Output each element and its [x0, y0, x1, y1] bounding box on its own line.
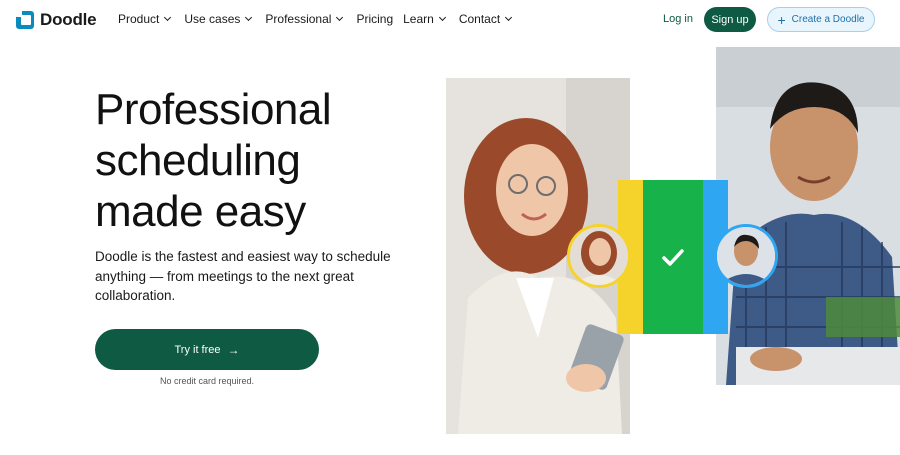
nav-item-product[interactable]: Product — [118, 12, 172, 26]
nav-item-label: Contact — [458, 12, 501, 26]
hero-title-line: scheduling — [95, 136, 301, 185]
nav-item-contact[interactable]: Contact — [458, 12, 513, 26]
man-photo — [716, 47, 900, 385]
chevron-down-icon — [245, 13, 253, 22]
man-avatar — [714, 224, 778, 288]
brand-name: Doodle — [40, 10, 97, 29]
check-icon — [662, 249, 684, 266]
chevron-down-icon — [164, 13, 172, 22]
woman-avatar — [567, 224, 631, 288]
arrow-right-icon: → — [227, 342, 240, 357]
nav-item-learn[interactable]: Learn — [403, 12, 446, 26]
no-credit-card-note: No credit card required. — [159, 376, 255, 386]
create-doodle-button[interactable]: + Create a Doodle — [767, 7, 875, 32]
try-it-free-label: Try it free — [174, 343, 221, 356]
signup-button[interactable]: Sign up — [704, 7, 756, 32]
chevron-down-icon — [336, 13, 344, 22]
nav-item-label: Use cases — [184, 12, 241, 26]
nav-item-professional[interactable]: Professional — [265, 12, 344, 26]
main-menu: Product Use cases Professional Pricing L… — [118, 12, 525, 26]
hero-description: Doodle is the fastest and easiest way to… — [95, 249, 391, 303]
nav-item-use-cases[interactable]: Use cases — [184, 12, 253, 26]
nav-item-label: Learn — [403, 12, 434, 26]
try-it-free-button[interactable]: Try it free → — [95, 329, 319, 370]
plus-icon: + — [777, 11, 786, 28]
hero-title-line: Professional — [95, 85, 332, 134]
nav-item-label: Professional — [265, 12, 332, 26]
hero-title-line: made easy — [95, 187, 306, 236]
doodle-logo[interactable]: Doodle — [16, 10, 97, 30]
top-navigation: Doodle Product Use cases Professional Pr… — [0, 0, 900, 40]
hero-title: Professional scheduling made easy — [95, 84, 425, 237]
create-doodle-label: Create a Doodle — [791, 14, 865, 25]
nav-item-label: Product — [118, 12, 160, 26]
doodle-logo-icon — [16, 11, 34, 29]
signup-button-label: Sign up — [711, 13, 749, 26]
chevron-down-icon — [438, 13, 446, 22]
nav-item-pricing[interactable]: Pricing — [356, 12, 393, 26]
login-link[interactable]: Log in — [663, 13, 693, 25]
chevron-down-icon — [505, 13, 513, 22]
nav-item-label: Pricing — [356, 12, 394, 26]
